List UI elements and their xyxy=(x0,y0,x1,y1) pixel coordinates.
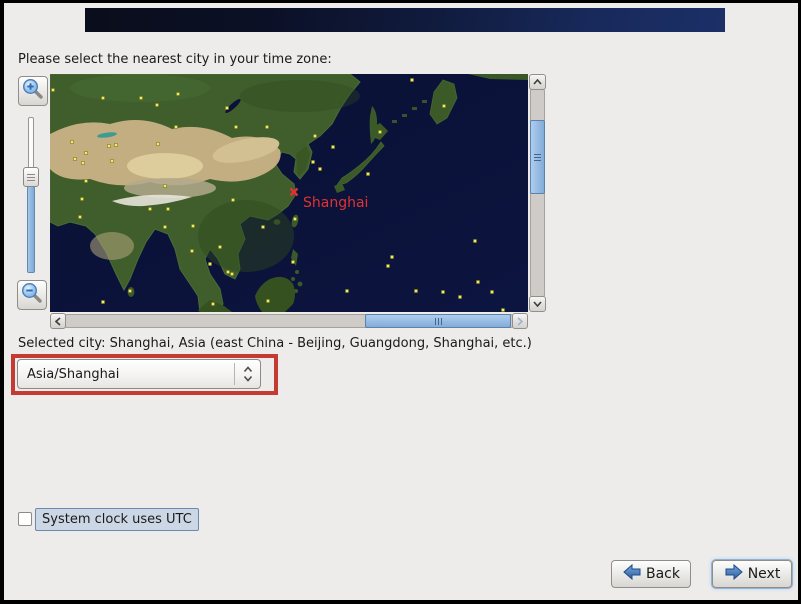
utc-checkbox-label[interactable]: System clock uses UTC xyxy=(35,508,199,531)
map-zoom-out-button[interactable] xyxy=(17,280,47,310)
utc-checkbox[interactable] xyxy=(18,512,32,526)
next-arrow-icon xyxy=(724,563,744,584)
scroll-right-button[interactable] xyxy=(512,313,528,329)
window-frame-top xyxy=(0,0,801,3)
combobox-updown-icon xyxy=(235,366,260,382)
window-frame-bottom xyxy=(0,600,801,604)
timezone-combobox[interactable]: Asia/Shanghai xyxy=(17,359,261,389)
hscrollbar-thumb[interactable] xyxy=(365,314,511,328)
zoom-out-icon xyxy=(20,281,44,309)
back-button-label: Back xyxy=(646,566,680,582)
scroll-up-button[interactable] xyxy=(529,74,546,90)
next-button[interactable]: Next xyxy=(712,560,792,588)
back-button[interactable]: Back xyxy=(611,560,691,588)
next-button-label: Next xyxy=(747,566,781,582)
map-zoom-in-button[interactable] xyxy=(18,76,48,106)
back-arrow-icon xyxy=(622,563,642,584)
installer-banner xyxy=(85,8,725,32)
selected-city-text: Selected city: Shanghai, Asia (east Chin… xyxy=(18,336,532,351)
scroll-down-button[interactable] xyxy=(529,296,546,312)
timezone-map[interactable]: Shanghai xyxy=(50,74,528,312)
zoom-in-icon xyxy=(21,77,45,105)
map-zoom-slider-fill[interactable] xyxy=(27,186,35,273)
map-horizontal-scrollbar[interactable] xyxy=(50,313,528,329)
map-vertical-scrollbar[interactable] xyxy=(529,74,546,312)
instruction-text: Please select the nearest city in your t… xyxy=(18,52,332,67)
selected-city-map-label: Shanghai xyxy=(303,195,368,211)
installer-window: Please select the nearest city in your t… xyxy=(0,0,801,604)
window-frame-left xyxy=(0,0,4,604)
map-zoom-slider-handle[interactable] xyxy=(23,167,39,187)
vscrollbar-thumb[interactable] xyxy=(530,120,545,194)
timezone-combobox-value: Asia/Shanghai xyxy=(27,366,120,382)
scroll-left-button[interactable] xyxy=(50,313,66,329)
